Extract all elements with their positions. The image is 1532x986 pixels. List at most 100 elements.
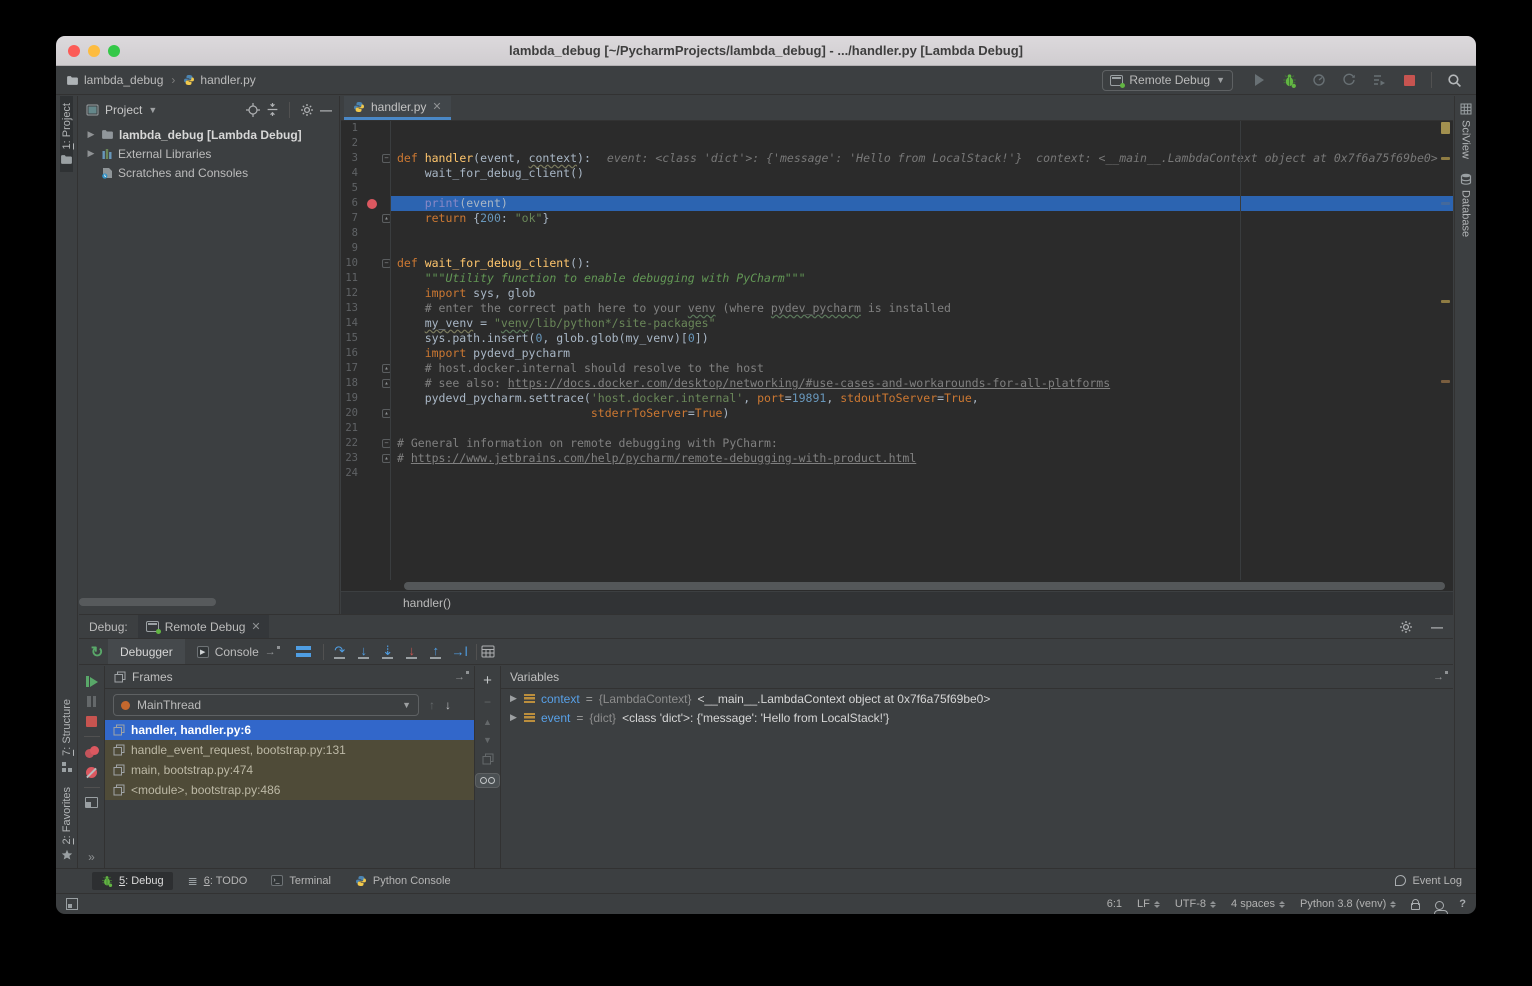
editor-gutter[interactable]: 22− <box>341 436 390 451</box>
minimize-window-button[interactable] <box>88 45 100 57</box>
tool-window-quick-access-icon[interactable] <box>66 898 78 910</box>
code-line[interactable]: 9 <box>341 241 1453 256</box>
code-line[interactable]: 22−# General information on remote debug… <box>341 436 1453 451</box>
next-frame-button[interactable]: ↓ <box>445 698 451 712</box>
editor-gutter[interactable]: 19 <box>341 391 390 406</box>
status-item-python-3-8-venv-[interactable]: Python 3.8 (venv) <box>1300 898 1396 910</box>
code-line[interactable]: 1 <box>341 121 1453 136</box>
expand-arrow-icon[interactable]: ▶ <box>86 148 96 159</box>
editor-gutter[interactable]: 15 <box>341 331 390 346</box>
run-to-cursor-button[interactable]: →ǀ <box>448 642 472 662</box>
move-watch-up-button[interactable]: ▲ <box>483 717 492 727</box>
run-configurations-button[interactable] <box>1367 69 1391 91</box>
editor-gutter[interactable]: 6 <box>341 196 390 211</box>
hide-panel-button[interactable]: — <box>320 103 332 117</box>
tab-debugger[interactable]: Debugger <box>108 639 185 664</box>
code-line[interactable]: 11 """Utility function to enable debuggi… <box>341 271 1453 286</box>
stripe-mark[interactable] <box>1441 122 1450 134</box>
editor-gutter[interactable]: 1 <box>341 121 390 136</box>
code-line[interactable]: 8 <box>341 226 1453 241</box>
variable-row[interactable]: ▶event = {dict} <class 'dict'>: {'messag… <box>501 708 1453 727</box>
code-line[interactable]: 21 <box>341 421 1453 436</box>
breadcrumb-project[interactable]: lambda_debug <box>66 73 163 87</box>
editor-gutter[interactable]: 4 <box>341 166 390 181</box>
restore-layout-button[interactable] <box>85 797 98 808</box>
tool-window-button-python-console[interactable]: Python Console <box>346 872 460 890</box>
sidebar-item-sciview[interactable]: SciView <box>1460 96 1472 166</box>
breakpoint-icon[interactable] <box>367 199 377 209</box>
code-line[interactable]: 18▴ # see also: https://docs.docker.com/… <box>341 376 1453 391</box>
close-window-button[interactable] <box>68 45 80 57</box>
tool-window-button-terminal[interactable]: ›_Terminal <box>262 872 340 890</box>
code-line[interactable]: 5 <box>341 181 1453 196</box>
project-horizontal-scrollbar[interactable] <box>79 598 216 606</box>
editor-gutter[interactable]: 5 <box>341 181 390 196</box>
frame-row[interactable]: handle_event_request, bootstrap.py:131 <box>105 740 474 760</box>
code-line[interactable]: 6 print(event) <box>341 196 1453 211</box>
sidebar-item-2-favorites[interactable]: 2: Favorites <box>61 780 73 868</box>
frame-row[interactable]: <module>, bootstrap.py:486 <box>105 780 474 800</box>
variable-row[interactable]: ▶context = {LambdaContext} <__main__.Lam… <box>501 689 1453 708</box>
debug-button[interactable] <box>1277 69 1301 91</box>
editor-gutter[interactable]: 13 <box>341 301 390 316</box>
code-line[interactable]: 14 my_venv = "venv/lib/python*/site-pack… <box>341 316 1453 331</box>
editor-gutter[interactable]: 23▴ <box>341 451 390 466</box>
status-item-lf[interactable]: LF <box>1137 898 1160 910</box>
mute-breakpoints-button[interactable] <box>86 767 97 778</box>
code-line[interactable]: 2 <box>341 136 1453 151</box>
pause-button[interactable] <box>87 696 96 707</box>
hide-debug-button[interactable]: — <box>1431 620 1443 634</box>
code-line[interactable]: 24 <box>341 466 1453 481</box>
debug-settings-button[interactable] <box>1399 620 1413 634</box>
tab-console[interactable]: ▶ Console → <box>185 639 288 664</box>
editor-horizontal-scrollbar[interactable] <box>404 582 1445 590</box>
stop-debug-button[interactable] <box>86 716 97 727</box>
show-watches-toggle[interactable] <box>475 773 500 788</box>
code-line[interactable]: 17▴ # host.docker.internal should resolv… <box>341 361 1453 376</box>
tree-item[interactable]: ▶lambda_debug [Lambda Debug] <box>79 125 339 144</box>
evaluate-expression-button[interactable] <box>481 645 495 658</box>
editor-gutter[interactable]: 18▴ <box>341 376 390 391</box>
code-line[interactable]: 15 sys.path.insert(0, glob.glob(my_venv)… <box>341 331 1453 346</box>
step-into-my-code-button[interactable]: ↓ <box>400 642 424 662</box>
editor-gutter[interactable]: 14 <box>341 316 390 331</box>
frame-row[interactable]: main, bootstrap.py:474 <box>105 760 474 780</box>
stripe-mark[interactable] <box>1441 380 1450 383</box>
inspections-profile-icon[interactable] <box>1435 901 1444 910</box>
editor-gutter[interactable]: 2 <box>341 136 390 151</box>
stripe-mark[interactable] <box>1441 157 1450 160</box>
rerun-button[interactable]: ↻ <box>86 643 108 661</box>
status-item-utf-8[interactable]: UTF-8 <box>1175 898 1216 910</box>
editor-gutter[interactable]: 16 <box>341 346 390 361</box>
resume-button[interactable] <box>86 676 98 687</box>
code-line[interactable]: 19 pydevd_pycharm.settrace('host.docker.… <box>341 391 1453 406</box>
code-line[interactable]: 10−def wait_for_debug_client(): <box>341 256 1453 271</box>
zoom-window-button[interactable] <box>108 45 120 57</box>
close-session-icon[interactable]: ✕ <box>251 620 260 633</box>
code-line[interactable]: 20▴ stderrToServer=True) <box>341 406 1453 421</box>
project-settings-button[interactable] <box>300 103 314 117</box>
thread-selector[interactable]: MainThread ▼ <box>113 694 419 716</box>
code-line[interactable]: 12 import sys, glob <box>341 286 1453 301</box>
sidebar-item-7-structure[interactable]: 7: Structure <box>61 692 73 780</box>
editor-gutter[interactable]: 3− <box>341 151 390 166</box>
editor-gutter[interactable]: 20▴ <box>341 406 390 421</box>
tree-item[interactable]: ▶External Libraries <box>79 144 339 163</box>
threads-view-icon[interactable] <box>296 646 311 657</box>
context-breadcrumb[interactable]: handler() <box>403 596 451 610</box>
run-button[interactable] <box>1247 69 1271 91</box>
stripe-mark[interactable] <box>1441 300 1450 303</box>
editor-gutter[interactable]: 12 <box>341 286 390 301</box>
editor-gutter[interactable]: 7▴ <box>341 211 390 226</box>
code-line[interactable]: 23▴# https://www.jetbrains.com/help/pych… <box>341 451 1453 466</box>
coverage-button[interactable] <box>1337 69 1361 91</box>
duplicate-watch-icon[interactable] <box>482 753 494 765</box>
search-everywhere-button[interactable] <box>1442 69 1466 91</box>
code-line[interactable]: 7▴ return {200: "ok"} <box>341 211 1453 226</box>
debug-session-tab[interactable]: Remote Debug ✕ <box>138 615 269 638</box>
editor-gutter[interactable]: 10− <box>341 256 390 271</box>
editor-gutter[interactable]: 9 <box>341 241 390 256</box>
dock-icon[interactable]: → <box>454 671 465 683</box>
project-panel-title[interactable]: Project <box>105 103 142 117</box>
locate-file-button[interactable] <box>246 103 260 117</box>
